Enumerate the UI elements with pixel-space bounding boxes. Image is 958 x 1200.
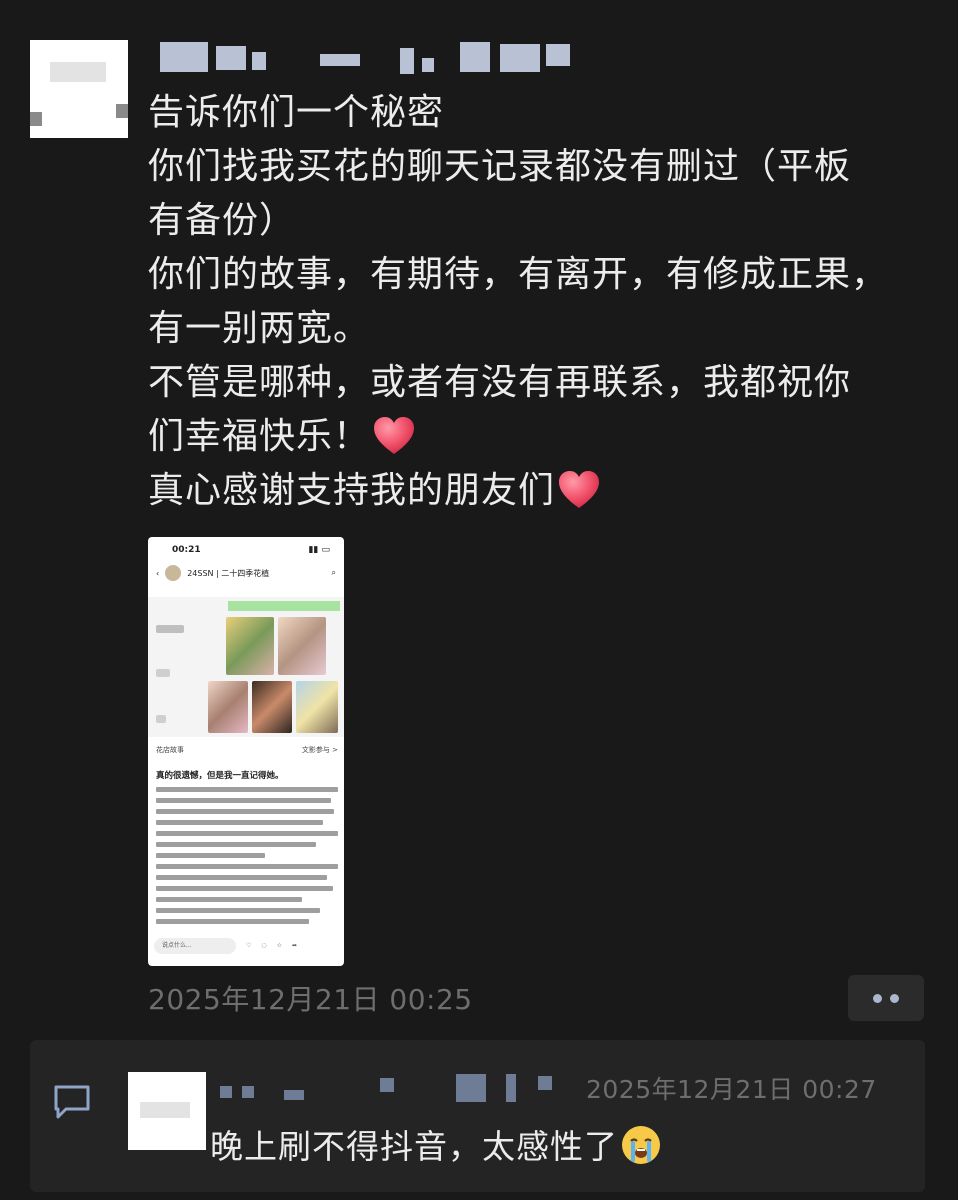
- bouquet-photo: [296, 681, 338, 733]
- more-actions-button[interactable]: [848, 975, 924, 1021]
- post-line: 有备份）: [148, 200, 297, 241]
- story-title: 真的很遗憾，但是我一直记得她。: [156, 771, 284, 781]
- redacted-text: [156, 669, 170, 677]
- chat-title: 24SSN | 二十四季花植: [187, 568, 270, 578]
- comment-body: 晚上刷不得抖音，太感性了: [210, 1127, 618, 1166]
- comment-input-bar: 说点什么... ♡ ◌ ☆ ➦: [148, 925, 344, 966]
- post-timestamp: 2025年12月21日 00:25: [148, 983, 473, 1016]
- story-header: 花店故事 文影参与 >: [156, 745, 338, 755]
- comment-text: 晚上刷不得抖音，太感性了: [210, 1120, 662, 1168]
- share-icon: ➦: [292, 942, 298, 949]
- post-line-with-heart: 真心感谢支持我的朋友们: [148, 464, 938, 518]
- comment-input-placeholder: 说点什么...: [154, 937, 236, 954]
- story-header-label: 花店故事: [156, 746, 184, 754]
- commenter-name-redacted[interactable]: [220, 1072, 560, 1102]
- bouquet-photo: [226, 617, 274, 675]
- commenter-avatar[interactable]: [128, 1072, 206, 1150]
- attached-screenshot-thumbnail[interactable]: 00:21 ▮▮ ▭ ‹ 24SSN | 二十四季花植 ⌕ 花店故事 文影参与 …: [148, 537, 344, 966]
- chat-preview: [148, 597, 344, 737]
- chat-header: ‹ 24SSN | 二十四季花植 ⌕: [148, 555, 344, 585]
- search-icon: ⌕: [331, 568, 336, 577]
- post-line: 有一别两宽。: [148, 308, 371, 349]
- story-body-text: [156, 787, 338, 930]
- status-time: 00:21: [172, 545, 201, 555]
- redacted-text: [156, 715, 166, 723]
- poster-avatar[interactable]: [30, 40, 128, 138]
- post-line: 们幸福快乐！: [148, 416, 371, 457]
- comment-icon: ◌: [261, 942, 267, 949]
- post-line: 你们的故事，有期待，有离开，有修成正果，: [148, 254, 889, 295]
- story-header-link: 文影参与 >: [301, 746, 338, 754]
- battery-icon: ▮▮ ▭: [308, 545, 330, 555]
- red-heart-icon: [374, 417, 415, 454]
- post-line: 不管是哪种，或者有没有再联系，我都祝你: [148, 362, 852, 403]
- post-line-with-heart: 们幸福快乐！: [148, 410, 938, 464]
- more-dots-icon: [890, 993, 899, 1003]
- post-text: 告诉你们一个秘密 你们找我买花的聊天记录都没有删过（平板 有备份） 你们的故事，…: [148, 86, 938, 518]
- comment-section: 2025年12月21日 00:27 晚上刷不得抖音，太感性了: [30, 1040, 925, 1192]
- comment-bubble-icon: [54, 1085, 90, 1119]
- more-dots-icon: [873, 993, 882, 1003]
- redacted-text: [156, 625, 184, 633]
- back-icon: ‹: [156, 568, 160, 578]
- post-line: 真心感谢支持我的朋友们: [148, 470, 556, 511]
- post-line: 告诉你们一个秘密: [148, 92, 445, 133]
- crying-face-icon: [622, 1126, 660, 1164]
- green-message-bubble: [228, 601, 340, 611]
- bouquet-photo: [208, 681, 248, 733]
- status-bar: 00:21 ▮▮ ▭: [148, 537, 344, 555]
- bouquet-photo: [252, 681, 292, 733]
- red-heart-icon: [559, 471, 600, 508]
- like-icon: ♡: [246, 942, 252, 949]
- star-icon: ☆: [276, 942, 283, 949]
- comment-timestamp: 2025年12月21日 00:27: [586, 1075, 877, 1104]
- post-line: 你们找我买花的聊天记录都没有删过（平板: [148, 146, 852, 187]
- shop-avatar: [165, 565, 182, 581]
- bouquet-photo: [278, 617, 326, 675]
- poster-name-redacted[interactable]: [160, 38, 580, 74]
